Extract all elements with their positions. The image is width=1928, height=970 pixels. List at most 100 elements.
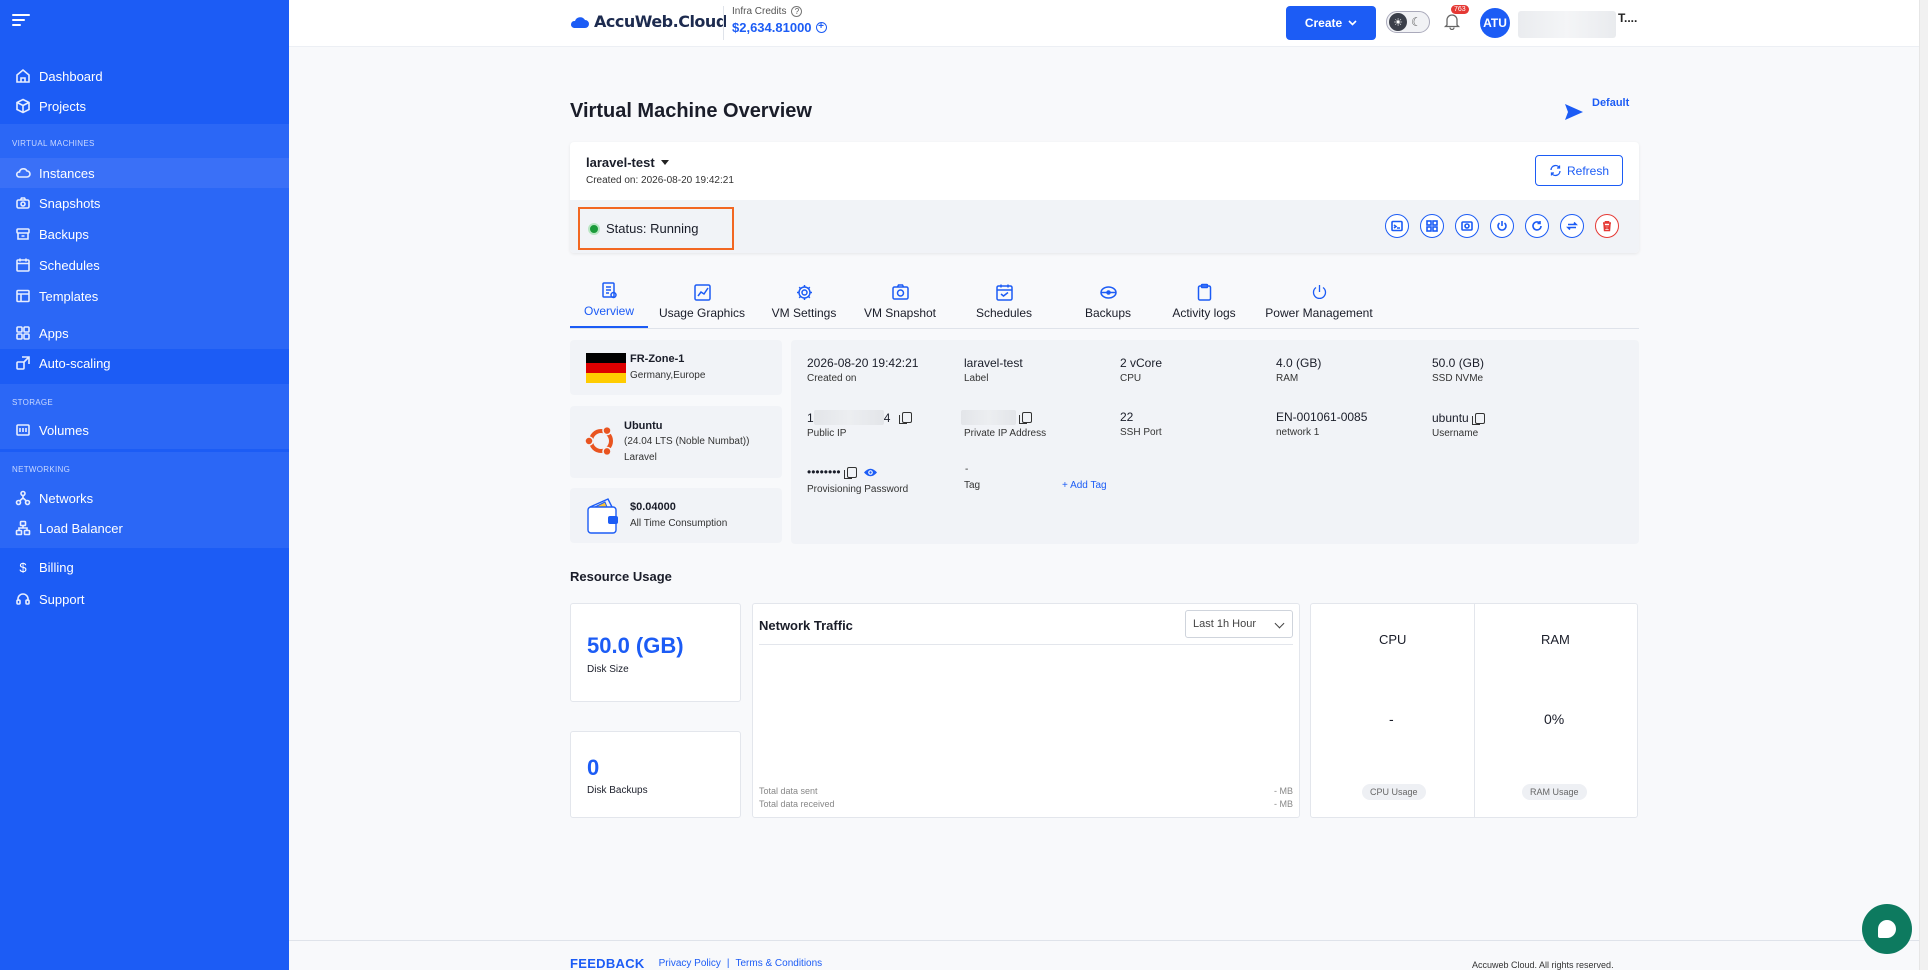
grid-icon: [15, 325, 31, 341]
project-selector[interactable]: Default: [1563, 97, 1629, 123]
sidebar: Dashboard Projects VIRTUAL MACHINES Inst…: [0, 0, 289, 970]
sidebar-item-volumes[interactable]: Volumes: [0, 415, 289, 445]
delete-button[interactable]: [1595, 214, 1619, 238]
snapshot-icon: [891, 284, 909, 300]
grid-icon: [1426, 220, 1438, 232]
document-icon: [601, 282, 617, 299]
copyright-text: Accuweb Cloud. All rights reserved.: [1472, 960, 1614, 970]
created-on-value: 2026-08-20 19:42:21: [807, 356, 919, 370]
tab-usage-graphics[interactable]: Usage Graphics: [648, 275, 756, 328]
apps-button[interactable]: [1420, 214, 1444, 238]
gear-icon: [796, 285, 812, 300]
sidebar-item-projects[interactable]: Projects: [0, 91, 289, 121]
tab-vm-settings[interactable]: VM Settings: [756, 275, 852, 328]
create-button[interactable]: Create: [1286, 6, 1376, 40]
chat-button[interactable]: [1862, 904, 1912, 954]
status-indicator: Status: Running: [578, 207, 734, 250]
public-ip-redacted: [813, 410, 884, 425]
ubuntu-logo-icon: [584, 425, 613, 457]
home-icon: [15, 68, 31, 84]
data-received-row: Total data received - MB: [759, 799, 1293, 809]
ram-gauge-value: 0%: [1544, 711, 1565, 727]
add-tag-link[interactable]: + Add Tag: [1062, 480, 1107, 491]
tab-vm-snapshot[interactable]: VM Snapshot: [852, 275, 948, 328]
vm-created-date: Created on: 2026-08-20 19:42:21: [586, 175, 734, 186]
eye-icon[interactable]: [863, 467, 878, 478]
feedback-link[interactable]: FEEDBACK: [570, 956, 645, 970]
sidebar-item-auto-scaling[interactable]: Auto-scaling: [0, 348, 289, 378]
page-scrollbar[interactable]: [1919, 0, 1928, 970]
console-icon: [1391, 220, 1403, 232]
bell-icon[interactable]: [1443, 12, 1461, 30]
swap-icon: [1566, 221, 1578, 231]
copy-icon[interactable]: [843, 466, 857, 479]
sidebar-item-instances[interactable]: Instances: [0, 158, 289, 188]
dollar-icon: $: [19, 559, 27, 575]
snapshot-icon: [1461, 221, 1473, 231]
help-icon[interactable]: ?: [791, 6, 803, 17]
sidebar-item-billing[interactable]: $ Billing: [0, 552, 289, 582]
ssd-value: 50.0 (GB): [1432, 356, 1485, 370]
disk-backups-value: 0: [587, 755, 600, 780]
refresh-button[interactable]: Refresh: [1535, 155, 1623, 186]
sidebar-item-apps[interactable]: Apps: [0, 318, 289, 348]
sidebar-item-templates[interactable]: Templates: [0, 281, 289, 311]
password-value: ••••••••: [807, 465, 878, 479]
sidebar-item-backups[interactable]: Backups: [0, 219, 289, 249]
ram-usage-pill: RAM Usage: [1522, 784, 1587, 800]
cpu-usage-pill: CPU Usage: [1362, 784, 1426, 800]
sidebar-item-load-balancer[interactable]: Load Balancer: [0, 513, 289, 543]
disk-size-card: 50.0 (GB) Disk Size: [570, 603, 741, 702]
network-value: EN-001061-0085: [1276, 410, 1368, 424]
brand-logo[interactable]: AccuWeb.Cloud: [570, 12, 727, 31]
vm-tabs: Overview Usage Graphics VM Settings VM S…: [570, 275, 1639, 329]
data-sent-row: Total data sent - MB: [759, 786, 1293, 796]
sun-icon: ☀: [1389, 13, 1407, 31]
germany-flag-icon: [586, 353, 626, 383]
resource-usage-title: Resource Usage: [570, 569, 672, 584]
vm-name-dropdown[interactable]: laravel-test: [586, 155, 669, 170]
notification-badge: 763: [1451, 5, 1469, 14]
privacy-link[interactable]: Privacy Policy: [659, 958, 721, 969]
label-value: laravel-test: [964, 356, 1023, 370]
os-version: (24.04 LTS (Noble Numbat)): [624, 436, 750, 447]
sidebar-item-networks[interactable]: Networks: [0, 483, 289, 513]
chat-bubble-icon: [1878, 920, 1896, 938]
archive-icon: [15, 226, 31, 242]
trash-icon: [1603, 221, 1611, 232]
sidebar-item-snapshots[interactable]: Snapshots: [0, 188, 289, 218]
tab-activity-logs[interactable]: Activity logs: [1156, 275, 1252, 328]
footer: FEEDBACK Privacy Policy | Terms & Condit…: [570, 956, 822, 970]
cloud-logo-icon: [570, 16, 589, 28]
migrate-button[interactable]: [1560, 214, 1584, 238]
theme-toggle[interactable]: ☀ ☾: [1386, 11, 1430, 33]
tab-power-management[interactable]: Power Management: [1252, 275, 1386, 328]
snapshot-button[interactable]: [1455, 214, 1479, 238]
camera-icon: [15, 195, 31, 211]
network-traffic-title: Network Traffic: [759, 618, 853, 633]
template-icon: [15, 288, 31, 304]
tab-schedules[interactable]: Schedules: [948, 275, 1060, 328]
menu-toggle-icon[interactable]: [12, 14, 30, 28]
wallet-icon: [587, 498, 618, 534]
sidebar-item-support[interactable]: Support: [0, 584, 289, 614]
add-credits-icon[interactable]: +: [815, 22, 827, 33]
power-button[interactable]: [1490, 214, 1514, 238]
time-range-select[interactable]: Last 1h Hour: [1185, 610, 1293, 638]
user-name[interactable]: T....: [1618, 11, 1637, 25]
copy-icon[interactable]: [899, 412, 913, 424]
console-button[interactable]: [1385, 214, 1409, 238]
tab-overview[interactable]: Overview: [570, 275, 648, 328]
restart-button[interactable]: [1525, 214, 1549, 238]
copy-icon[interactable]: [1019, 412, 1032, 424]
vm-actions: [1385, 214, 1619, 238]
section-storage: STORAGE: [12, 398, 54, 407]
disk-size-value: 50.0 (GB): [587, 633, 684, 658]
copy-icon[interactable]: [1471, 412, 1485, 425]
avatar[interactable]: ATU: [1480, 8, 1510, 38]
sidebar-item-schedules[interactable]: Schedules: [0, 250, 289, 280]
sidebar-item-dashboard[interactable]: Dashboard: [0, 61, 289, 91]
terms-link[interactable]: Terms & Conditions: [735, 958, 822, 969]
consumption-amount: $0.04000: [630, 501, 676, 513]
tab-backups[interactable]: Backups: [1060, 275, 1156, 328]
